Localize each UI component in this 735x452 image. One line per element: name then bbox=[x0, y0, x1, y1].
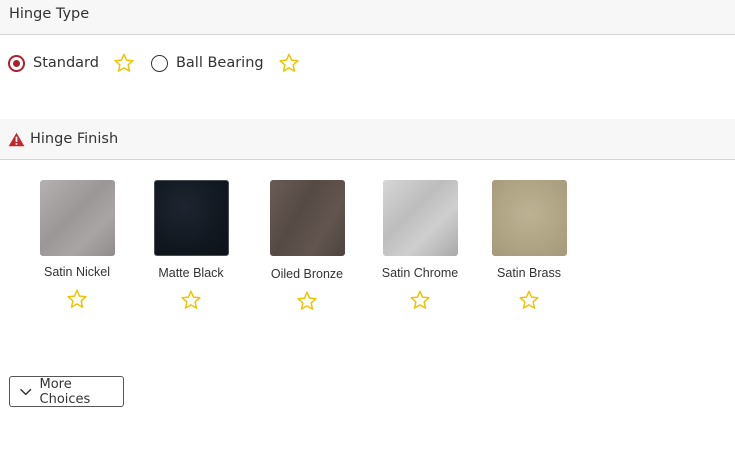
radio-option-ball-bearing[interactable]: Ball Bearing bbox=[150, 54, 264, 72]
swatch-label: Satin Chrome bbox=[381, 266, 459, 280]
hinge-type-title: Hinge Type bbox=[9, 6, 90, 22]
radio-label-standard: Standard bbox=[33, 55, 99, 71]
favorite-star-icon[interactable] bbox=[518, 289, 540, 311]
warning-triangle-icon bbox=[8, 132, 25, 146]
radio-ball-bearing-unselected[interactable] bbox=[150, 54, 168, 72]
hinge-finish-title: Hinge Finish bbox=[30, 131, 119, 147]
radio-standard-selected[interactable] bbox=[8, 54, 25, 72]
more-choices-button[interactable]: More Choices bbox=[9, 376, 124, 407]
swatch-satin-brass[interactable] bbox=[491, 180, 567, 256]
swatch-satin-chrome[interactable] bbox=[382, 180, 458, 256]
swatch-label: Matte Black bbox=[158, 266, 224, 280]
swatch-item-oiled-bronze: Oiled Bronze bbox=[262, 180, 352, 312]
favorite-star-icon[interactable] bbox=[278, 52, 300, 74]
swatch-item-satin-chrome: Satin Chrome bbox=[375, 180, 465, 311]
swatch-oiled-bronze[interactable] bbox=[269, 180, 345, 256]
swatch-item-satin-nickel: Satin Nickel bbox=[32, 180, 122, 310]
hinge-type-header: Hinge Type bbox=[0, 0, 735, 35]
hinge-finish-header: Hinge Finish bbox=[0, 119, 735, 160]
radio-option-standard[interactable]: Standard bbox=[8, 54, 99, 72]
swatch-item-matte-black: Matte Black bbox=[146, 180, 236, 311]
favorite-star-icon[interactable] bbox=[113, 52, 135, 74]
swatch-label: Satin Nickel bbox=[44, 265, 110, 279]
swatch-item-satin-brass: Satin Brass bbox=[484, 180, 574, 311]
swatch-label: Satin Brass bbox=[497, 266, 561, 280]
favorite-star-icon[interactable] bbox=[409, 289, 431, 311]
swatch-matte-black[interactable] bbox=[153, 180, 229, 256]
more-choices-label: More Choices bbox=[39, 376, 91, 407]
swatch-label: Oiled Bronze bbox=[270, 267, 344, 281]
radio-label-ball-bearing: Ball Bearing bbox=[175, 55, 264, 71]
hinge-type-options: Standard Ball Bearing bbox=[8, 50, 300, 76]
chevron-down-icon bbox=[20, 388, 32, 395]
favorite-star-icon[interactable] bbox=[66, 288, 88, 310]
favorite-star-icon[interactable] bbox=[180, 289, 202, 311]
favorite-star-icon[interactable] bbox=[296, 290, 318, 312]
swatch-satin-nickel[interactable] bbox=[39, 180, 115, 256]
